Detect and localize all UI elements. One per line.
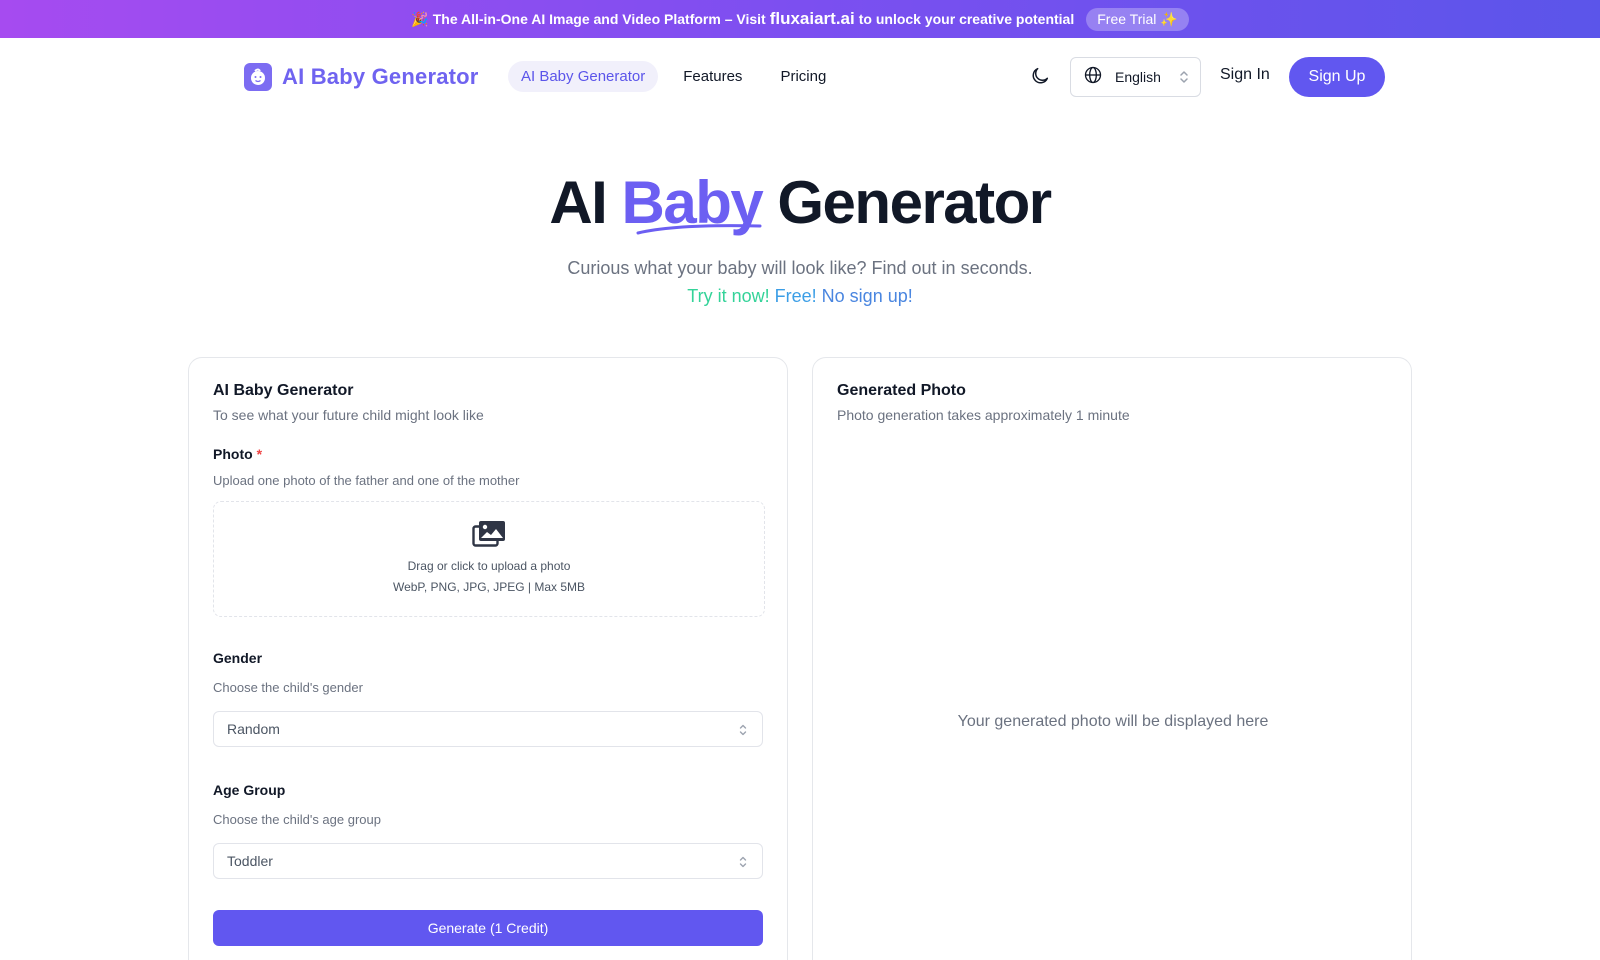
main-nav: AI Baby Generator Features Pricing [508, 61, 851, 92]
form-description: To see what your future child might look… [213, 407, 484, 423]
language-select[interactable]: English [1070, 57, 1201, 97]
logo-text: AI Baby Generator [282, 64, 479, 89]
title-start: AI [549, 169, 608, 236]
upload-hint: WebP, PNG, JPG, JPEG | Max 5MB [392, 580, 586, 594]
site-header: AI Baby Generator AI Baby Generator Feat… [0, 38, 1600, 116]
globe-icon [1083, 65, 1103, 90]
sign-up-button[interactable]: Sign Up [1289, 57, 1385, 97]
age-group-label: Age Group [213, 782, 286, 798]
moon-icon [1029, 65, 1051, 92]
gender-value: Random [227, 721, 280, 737]
gender-label: Gender [213, 650, 263, 666]
hero-cta: Try it now! Free! No sign up! [0, 286, 1600, 307]
gender-select[interactable]: Random [213, 711, 763, 747]
nav-item-ai-baby-generator[interactable]: AI Baby Generator [508, 61, 659, 92]
sign-in-link[interactable]: Sign In [1220, 66, 1270, 84]
language-value: English [1115, 69, 1161, 85]
baby-face-icon [244, 63, 272, 91]
generate-button[interactable]: Generate (1 Credit) [213, 910, 763, 946]
gender-help: Choose the child's gender [213, 680, 363, 695]
age-group-select[interactable]: Toddler [213, 843, 763, 879]
logo[interactable]: AI Baby Generator [244, 63, 479, 91]
generated-photo-card: Generated Photo Photo generation takes a… [812, 357, 1412, 960]
promo-text-before: The All-in-One AI Image and Video Platfo… [432, 11, 766, 27]
free-trial-button[interactable]: Free Trial ✨ [1086, 7, 1189, 31]
promo-text-after: to unlock your creative potential [858, 11, 1075, 27]
hero-subtitle: Curious what your baby will look like? F… [567, 258, 1033, 278]
photo-upload-dropzone[interactable]: Drag or click to upload a photo WebP, PN… [213, 501, 765, 617]
theme-toggle-button[interactable] [1026, 64, 1054, 92]
photo-label-text: Photo [213, 446, 253, 462]
cta-no-sign-up: No sign up! [821, 286, 913, 306]
promo-banner: 🎉 The All-in-One AI Image and Video Plat… [0, 0, 1600, 38]
upload-text: Drag or click to upload a photo [407, 559, 571, 573]
title-end: Generator [777, 169, 1052, 236]
chevron-updown-icon [738, 723, 748, 740]
nav-item-pricing[interactable]: Pricing [767, 61, 839, 92]
age-group-value: Toddler [227, 853, 273, 869]
photo-label: Photo * [213, 446, 262, 462]
promo-site-link[interactable]: fluxaiart.ai [770, 9, 855, 29]
cta-free: Free! [774, 286, 817, 306]
required-marker: * [256, 446, 263, 462]
chevron-updown-icon [738, 855, 748, 872]
age-group-help: Choose the child's age group [213, 812, 381, 827]
photo-help: Upload one photo of the father and one o… [213, 473, 520, 488]
form-title: AI Baby Generator [213, 382, 354, 399]
generator-form-card: AI Baby Generator To see what your futur… [188, 357, 788, 960]
images-icon [472, 520, 506, 553]
result-placeholder: Your generated photo will be displayed h… [957, 713, 1269, 730]
cta-try: Try it now! [687, 286, 770, 306]
title-underline-decoration [636, 224, 762, 235]
nav-item-features[interactable]: Features [670, 61, 755, 92]
chevron-updown-icon [1178, 69, 1190, 90]
result-description: Photo generation takes approximately 1 m… [837, 407, 1130, 423]
result-title: Generated Photo [837, 382, 966, 399]
party-popper-icon: 🎉 [411, 10, 429, 27]
page-title: AI Baby Generator [0, 168, 1600, 237]
